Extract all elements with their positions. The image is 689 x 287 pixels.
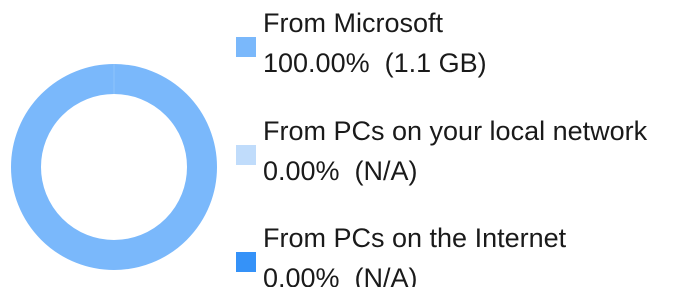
legend-swatch <box>236 145 256 165</box>
legend-label: From PCs on the Internet <box>263 223 567 253</box>
legend-swatch <box>236 252 256 272</box>
legend-label: From Microsoft <box>263 8 444 38</box>
legend-item-from-microsoft: From Microsoft 100.00% (1.1 GB) <box>236 8 487 78</box>
legend-value: 100.00% (1.1 GB) <box>263 48 487 78</box>
legend-value: 0.00% (N/A) <box>263 156 418 186</box>
legend: From Microsoft 100.00% (1.1 GB) From PCs o… <box>236 8 648 287</box>
legend-item-from-pcs-on-your-local-network: From PCs on your local network 0.00% (N/A… <box>236 116 648 186</box>
legend-label: From PCs on your local network <box>263 116 648 146</box>
donut-chart: From Microsoft 100.00% (1.1 GB) From PCs o… <box>11 8 648 287</box>
legend-swatch <box>236 37 256 57</box>
legend-item-from-pcs-on-the-internet: From PCs on the Internet 0.00% (N/A) <box>236 223 567 287</box>
legend-value: 0.00% (N/A) <box>263 263 418 287</box>
donut-slice-from-microsoft <box>11 64 217 270</box>
donut-slices <box>11 64 217 270</box>
